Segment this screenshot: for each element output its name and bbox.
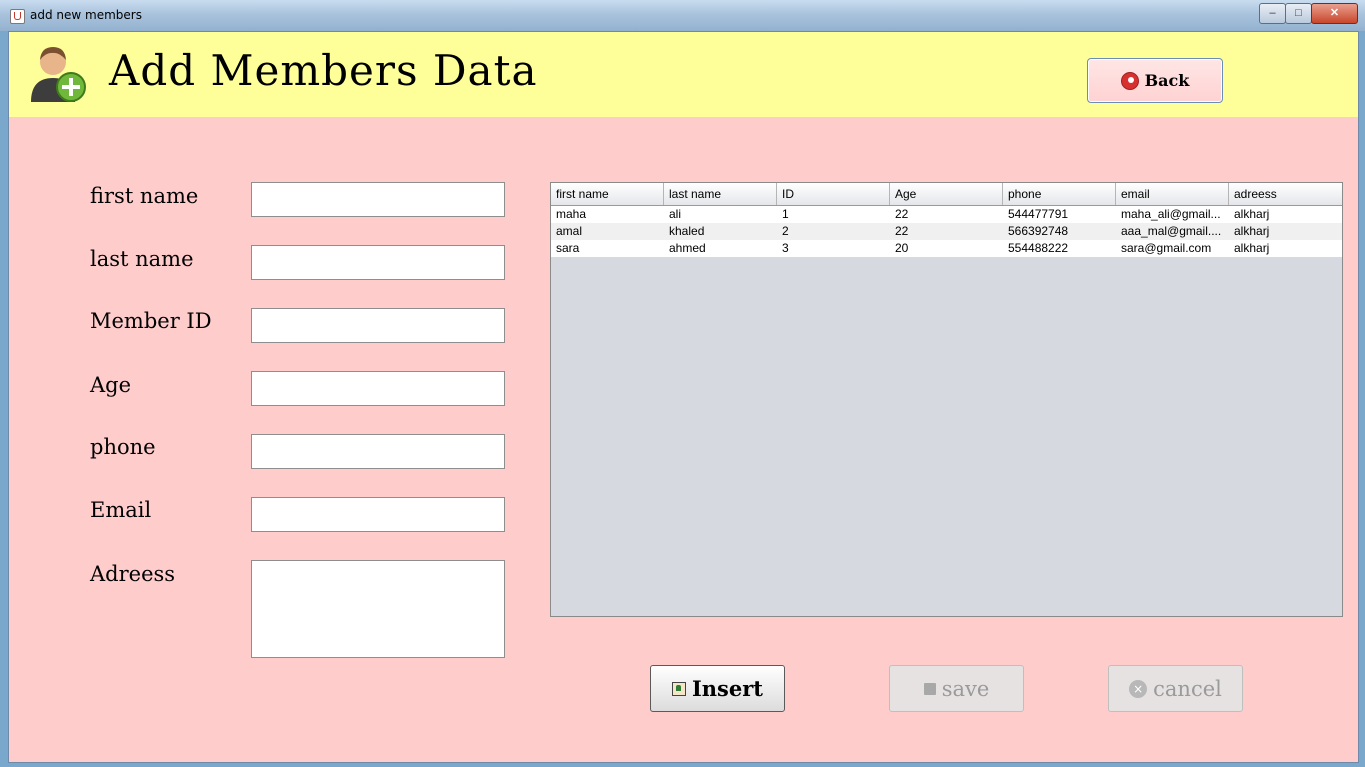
back-button-label: Back: [1144, 71, 1190, 90]
table-cell: khaled: [669, 224, 705, 238]
table-cell: 566392748: [1008, 224, 1069, 238]
address-label: Adreess: [90, 562, 176, 586]
table-cell: 1: [782, 207, 789, 221]
insert-button[interactable]: Insert: [650, 665, 785, 712]
table-row[interactable]: amal khaled 2 22 566392748 aaa_mal@gmail…: [551, 223, 1342, 240]
header-bar: Add Members Data Back: [9, 32, 1358, 117]
first-name-label: first name: [90, 184, 199, 208]
close-button[interactable]: ✕: [1311, 3, 1358, 24]
column-header-address[interactable]: adreess: [1229, 183, 1342, 205]
table-cell: alkharj: [1234, 207, 1270, 221]
column-header-last-name[interactable]: last name: [664, 183, 777, 205]
last-name-label: last name: [90, 247, 194, 271]
table-cell: 22: [895, 224, 909, 238]
last-name-input[interactable]: [251, 245, 505, 280]
table-cell: ahmed: [669, 241, 706, 255]
save-button-label: save: [941, 676, 990, 701]
cancel-icon: ×: [1129, 679, 1148, 698]
minimize-button[interactable]: –: [1259, 3, 1286, 24]
address-textarea[interactable]: [251, 560, 505, 658]
table-cell: 554488222: [1008, 241, 1069, 255]
table-cell: ali: [669, 207, 682, 221]
table-cell: maha_ali@gmail...: [1121, 207, 1221, 221]
java-app-icon: [10, 9, 25, 24]
first-name-input[interactable]: [251, 182, 505, 217]
table-cell: alkharj: [1234, 224, 1270, 238]
cancel-button-label: cancel: [1153, 676, 1222, 701]
age-input[interactable]: [251, 371, 505, 406]
table-cell: amal: [556, 224, 583, 238]
add-user-icon: [31, 47, 86, 102]
table-cell: 2: [782, 224, 789, 238]
table-cell: sara: [556, 241, 580, 255]
cancel-button[interactable]: × cancel: [1108, 665, 1243, 712]
table-cell: maha: [556, 207, 587, 221]
member-id-label: Member ID: [90, 309, 212, 333]
app-frame: Add Members Data Back first name last na…: [8, 31, 1359, 763]
column-header-age[interactable]: Age: [890, 183, 1003, 205]
maximize-button[interactable]: □: [1285, 3, 1312, 24]
table-cell: sara@gmail.com: [1121, 241, 1212, 255]
member-card-icon: [671, 681, 686, 696]
members-table[interactable]: first name last name ID Age phone email …: [550, 182, 1343, 617]
table-row[interactable]: maha ali 1 22 544477791 maha_ali@gmail..…: [551, 206, 1342, 223]
table-cell: 22: [895, 207, 909, 221]
phone-input[interactable]: [251, 434, 505, 469]
age-label: Age: [90, 373, 132, 397]
back-icon: [1120, 71, 1139, 90]
back-button[interactable]: Back: [1087, 58, 1223, 103]
insert-button-label: Insert: [691, 676, 764, 701]
member-id-input[interactable]: [251, 308, 505, 343]
email-input[interactable]: [251, 497, 505, 532]
email-label: Email: [90, 498, 152, 522]
table-cell: 544477791: [1008, 207, 1069, 221]
table-cell: 20: [895, 241, 909, 255]
column-header-id[interactable]: ID: [777, 183, 890, 205]
window-title: add new members: [30, 8, 142, 22]
window-titlebar: add new members – □ ✕: [0, 0, 1365, 31]
table-row[interactable]: sara ahmed 3 20 554488222 sara@gmail.com…: [551, 240, 1342, 257]
table-header: first name last name ID Age phone email …: [551, 183, 1342, 206]
column-header-first-name[interactable]: first name: [551, 183, 664, 205]
page-title: Add Members Data: [109, 46, 538, 95]
table-cell: alkharj: [1234, 241, 1270, 255]
phone-label: phone: [90, 435, 156, 459]
column-header-phone[interactable]: phone: [1003, 183, 1116, 205]
save-icon: [923, 682, 936, 695]
table-cell: aaa_mal@gmail....: [1121, 224, 1222, 238]
table-cell: 3: [782, 241, 789, 255]
column-header-email[interactable]: email: [1116, 183, 1229, 205]
save-button[interactable]: save: [889, 665, 1024, 712]
